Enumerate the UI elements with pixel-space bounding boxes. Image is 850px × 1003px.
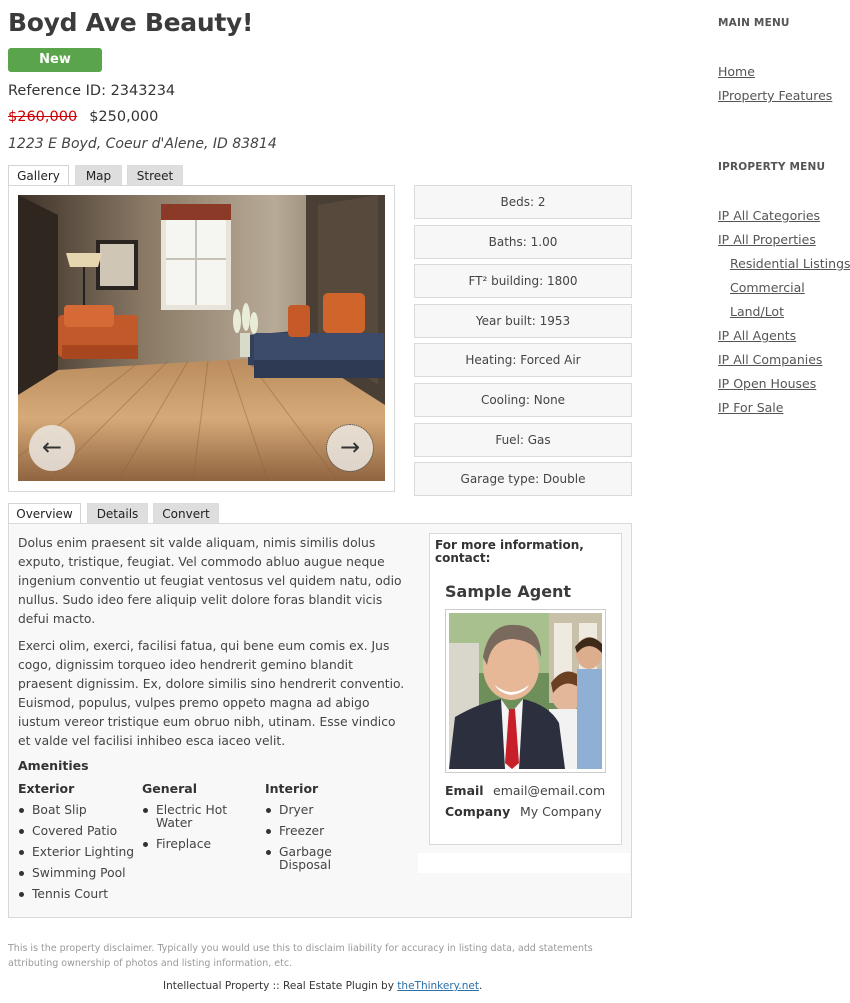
agent-email-label: Email bbox=[445, 783, 484, 798]
tab-overview[interactable]: Overview bbox=[8, 503, 81, 524]
agent-name: Sample Agent bbox=[445, 582, 572, 601]
footer-link[interactable]: theThinkery.net bbox=[397, 980, 479, 992]
amenities-exterior-heading: Exterior bbox=[18, 781, 75, 796]
menu-link-land-lot[interactable]: Land/Lot bbox=[730, 304, 784, 319]
amenities-interior-heading: Interior bbox=[265, 781, 319, 796]
agent-company-label: Company bbox=[445, 804, 511, 819]
menu-link-home[interactable]: Home bbox=[718, 64, 755, 79]
menu-link-for-sale[interactable]: IP For Sale bbox=[718, 400, 783, 415]
menu-link-all-properties[interactable]: IP All Properties bbox=[718, 232, 816, 247]
tab-gallery[interactable]: Gallery bbox=[8, 165, 69, 186]
reference-value: 2343234 bbox=[110, 83, 176, 99]
feature-beds: Beds: 2 bbox=[414, 185, 632, 219]
feature-garage-type: Garage type: Double bbox=[414, 462, 632, 496]
feature-cooling: Cooling: None bbox=[414, 383, 632, 417]
gallery-prev-button[interactable]: ← bbox=[29, 425, 75, 471]
agent-photo bbox=[449, 613, 602, 769]
feature-baths: Baths: 1.00 bbox=[414, 225, 632, 259]
arrow-left-icon: ← bbox=[41, 433, 63, 461]
list-item: Fireplace bbox=[142, 838, 252, 851]
amenities-heading: Amenities bbox=[18, 758, 89, 773]
old-price: $260,000 bbox=[8, 109, 78, 125]
tab-convert[interactable]: Convert bbox=[153, 503, 219, 523]
list-item: Covered Patio bbox=[18, 825, 138, 838]
footer-credit-period: . bbox=[478, 980, 483, 992]
list-item: Electric Hot Water bbox=[142, 804, 252, 830]
property-disclaimer: This is the property disclaimer. Typical… bbox=[8, 943, 593, 969]
agent-card-divider bbox=[418, 853, 630, 873]
status-badge: New bbox=[8, 48, 102, 72]
footer-credit-text: Intellectual Property :: Real Estate Plu… bbox=[163, 980, 394, 992]
agent-email[interactable]: email@email.com bbox=[493, 783, 605, 798]
tab-details[interactable]: Details bbox=[87, 503, 148, 523]
menu-link-all-agents[interactable]: IP All Agents bbox=[718, 328, 796, 343]
amenities-exterior-list: Boat Slip Covered Patio Exterior Lightin… bbox=[18, 804, 138, 901]
menu-link-commercial[interactable]: Commercial bbox=[730, 280, 805, 295]
menu-link-all-companies[interactable]: IP All Companies bbox=[718, 352, 822, 367]
amenities-general-list: Electric Hot Water Fireplace bbox=[142, 804, 252, 851]
iproperty-menu-heading: IPROPERTY MENU bbox=[718, 161, 826, 173]
list-item: Freezer bbox=[265, 825, 345, 838]
footer-credit: Intellectual Property :: Real Estate Plu… bbox=[163, 980, 482, 992]
page-title: Boyd Ave Beauty! bbox=[8, 8, 254, 37]
current-price: $250,000 bbox=[89, 109, 159, 125]
agent-company: My Company bbox=[520, 804, 602, 819]
list-item: Tennis Court bbox=[18, 888, 138, 901]
amenities-general-heading: General bbox=[142, 781, 197, 796]
property-address: 1223 E Boyd, Coeur d'Alene, ID 83814 bbox=[8, 136, 277, 152]
reference-id: Reference ID: 2343234 bbox=[8, 83, 175, 99]
list-item: Exterior Lighting bbox=[18, 846, 138, 859]
menu-link-residential-listings[interactable]: Residential Listings bbox=[730, 256, 850, 271]
gallery-next-button[interactable]: → bbox=[326, 424, 374, 472]
list-item: Boat Slip bbox=[18, 804, 138, 817]
menu-link-iproperty-features[interactable]: IProperty Features bbox=[718, 88, 832, 103]
amenities-interior-list: Dryer Freezer Garbage Disposal bbox=[265, 804, 345, 872]
overview-paragraph: Exerci olim, exerci, facilisi fatua, qui… bbox=[18, 639, 405, 748]
feature-heating: Heating: Forced Air bbox=[414, 343, 632, 377]
tab-map[interactable]: Map bbox=[75, 165, 122, 185]
feature-building-size: FT² building: 1800 bbox=[414, 264, 632, 298]
feature-fuel: Fuel: Gas bbox=[414, 423, 632, 457]
menu-link-open-houses[interactable]: IP Open Houses bbox=[718, 376, 816, 391]
list-item: Garbage Disposal bbox=[265, 846, 345, 872]
overview-paragraph: Dolus enim praesent sit valde aliquam, n… bbox=[18, 536, 402, 626]
contact-heading: For more information, contact: bbox=[435, 538, 584, 565]
tab-street[interactable]: Street bbox=[127, 165, 183, 185]
menu-link-all-categories[interactable]: IP All Categories bbox=[718, 208, 820, 223]
main-menu-heading: MAIN MENU bbox=[718, 17, 790, 29]
list-item: Dryer bbox=[265, 804, 345, 817]
list-item: Swimming Pool bbox=[18, 867, 138, 880]
feature-year-built: Year built: 1953 bbox=[414, 304, 632, 338]
price: $260,000 $250,000 bbox=[8, 109, 158, 125]
reference-label: Reference ID: bbox=[8, 83, 106, 99]
arrow-right-icon: → bbox=[339, 433, 361, 461]
